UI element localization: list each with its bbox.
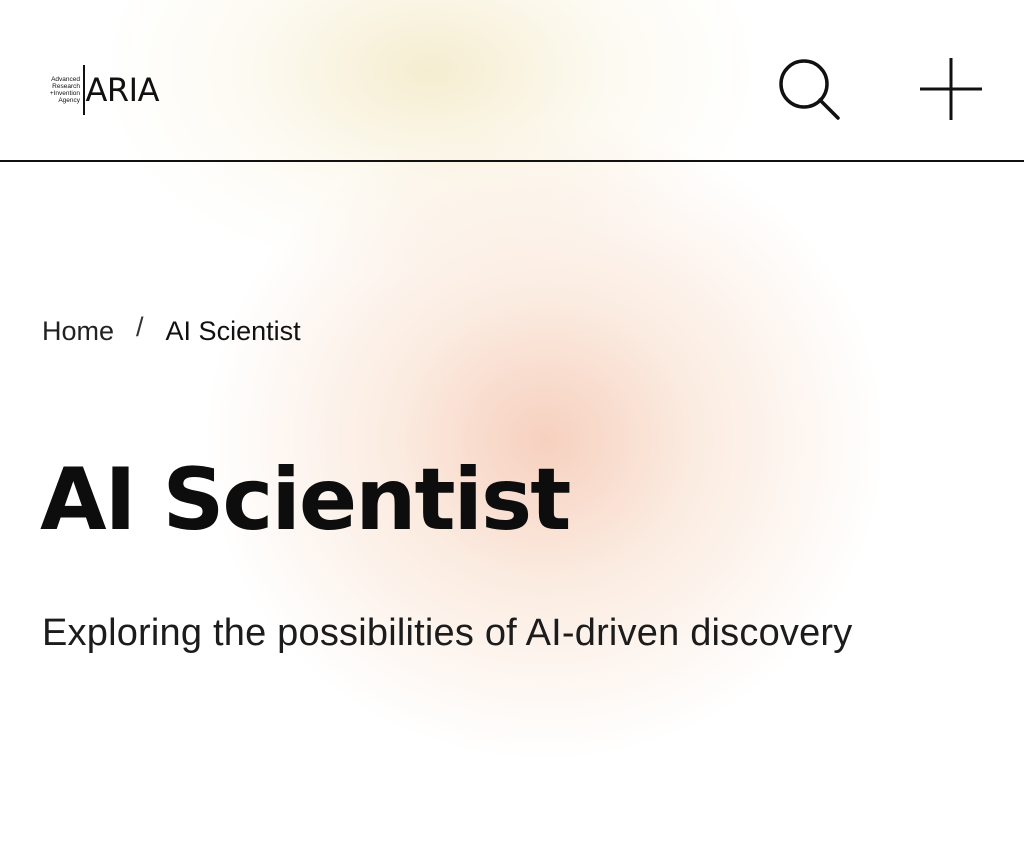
logo-line-4: Agency bbox=[58, 97, 80, 104]
aria-logo[interactable]: Advanced Research +Invention Agency ARIA bbox=[42, 62, 182, 118]
page-subtitle: Exploring the possibilities of AI-driven… bbox=[42, 612, 853, 654]
breadcrumb-separator: / bbox=[136, 312, 144, 342]
search-icon bbox=[779, 59, 840, 120]
plus-icon bbox=[920, 58, 982, 120]
logo-line-2: Research bbox=[52, 83, 80, 90]
search-button[interactable] bbox=[776, 56, 842, 122]
logo-line-1: Advanced bbox=[51, 76, 80, 83]
breadcrumb-current: AI Scientist bbox=[165, 316, 301, 346]
logo-agency-name: Advanced Research +Invention Agency bbox=[42, 76, 83, 104]
breadcrumb-home-link[interactable]: Home bbox=[42, 316, 114, 347]
menu-button[interactable] bbox=[918, 56, 984, 122]
logo-wordmark: ARIA bbox=[85, 71, 160, 109]
site-header: Advanced Research +Invention Agency ARIA bbox=[0, 0, 1024, 162]
page-title: AI Scientist bbox=[40, 450, 571, 550]
logo-line-3: +Invention bbox=[49, 90, 80, 97]
breadcrumb: Home / AI Scientist bbox=[42, 312, 301, 347]
